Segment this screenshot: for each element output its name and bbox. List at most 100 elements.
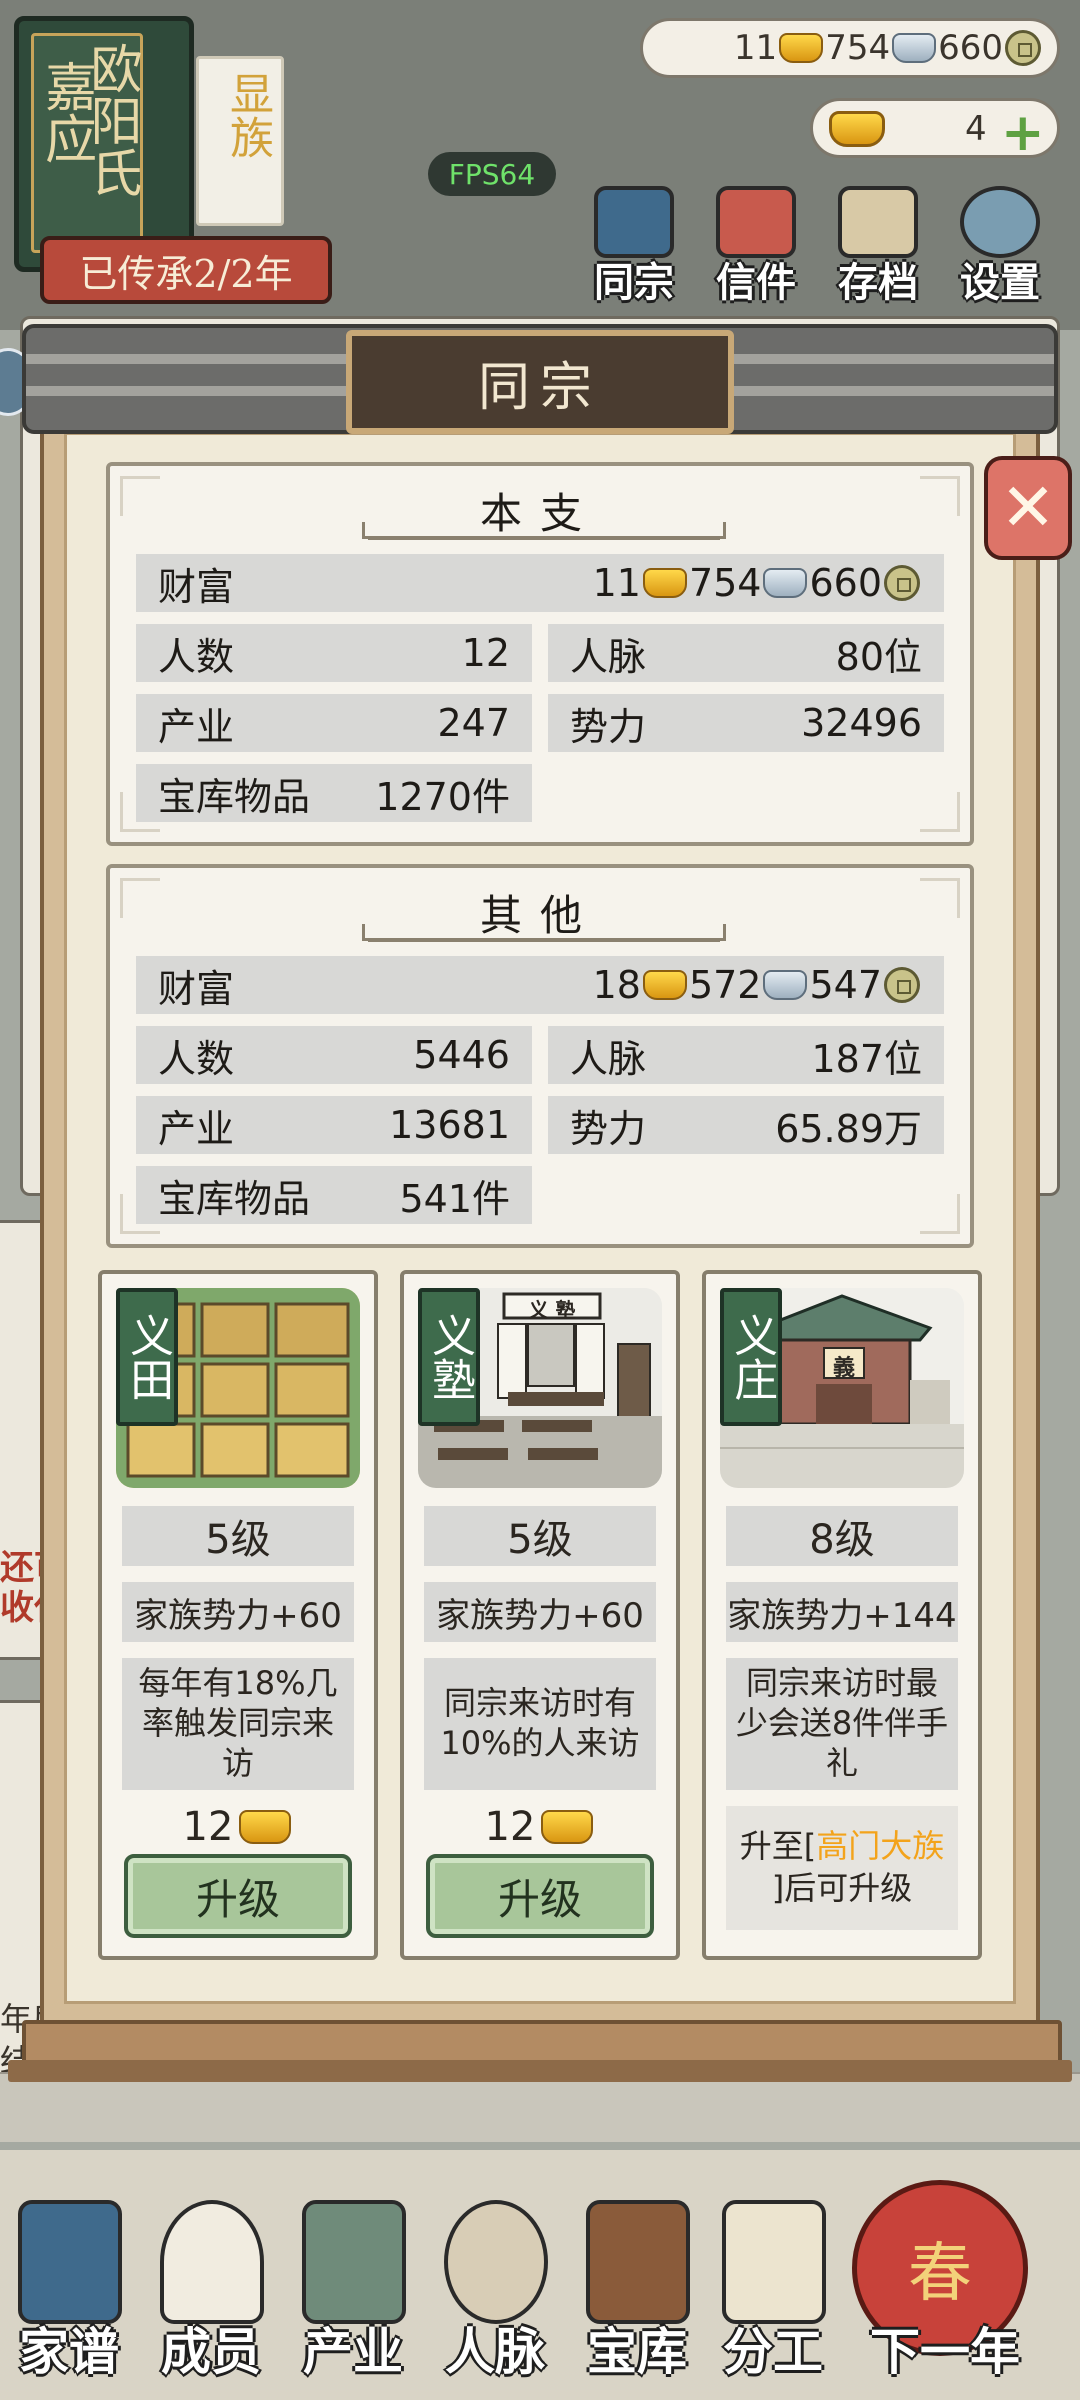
upgrade-button[interactable]: 升级	[124, 1854, 352, 1938]
silver-value: 572	[688, 963, 762, 1007]
add-currency-icon[interactable]: +	[1001, 107, 1045, 159]
stat-label: 宝库物品	[158, 1176, 311, 1221]
requirement-prefix: 升至[	[739, 1827, 817, 1866]
copper-amount: 660	[938, 28, 1003, 68]
clan-rank-tag: 显族	[196, 56, 284, 226]
building-bonus: 家族势力+144	[726, 1582, 958, 1642]
upgrade-cost: 12	[404, 1802, 676, 1852]
wealth-row: 财富 18 572 547	[136, 956, 944, 1014]
industry-row: 产业 13681	[136, 1096, 532, 1154]
gold-ingot-icon	[642, 970, 687, 1000]
requirement-suffix: ]后可升级	[771, 1869, 913, 1907]
gold-amount: 11	[733, 28, 778, 68]
genealogy-book-icon	[18, 2200, 122, 2324]
gold-yuanbao-icon	[239, 1810, 292, 1844]
top-menu-clan[interactable]: 同宗	[580, 186, 688, 306]
wealth-values: 18 572 547	[593, 963, 922, 1007]
save-scroll-icon	[838, 186, 918, 258]
building-tag: 义庄	[720, 1288, 782, 1426]
top-menu-label: 信件	[716, 259, 796, 306]
title-divider	[362, 522, 726, 540]
upgrade-requirement: 升至[高门大族]后可升级	[726, 1806, 958, 1930]
treasure-chest-icon	[586, 2200, 690, 2324]
building-level: 8级	[726, 1506, 958, 1566]
upgrade-button[interactable]: 升级	[426, 1854, 654, 1938]
close-button[interactable]: ✕	[984, 456, 1072, 560]
nav-genealogy[interactable]: 家谱	[4, 2190, 134, 2400]
stat-value: 65.89万	[775, 1106, 922, 1151]
scroll-icon	[722, 2200, 826, 2324]
requirement-text: 升至[高门大族]后可升级	[740, 1826, 945, 1909]
top-menu-settings[interactable]: 设置	[946, 186, 1054, 306]
currency-bar[interactable]: 11 754 660	[640, 18, 1060, 78]
panel-title: 本支	[479, 489, 600, 538]
building-card-yizhuang: 義 义庄 8级 家族势力+144 同宗来访时最少会送8件伴手礼 升至[高门大族]…	[702, 1270, 982, 1960]
copper-coin-icon	[1005, 30, 1041, 66]
people-row: 人数 12	[136, 624, 532, 682]
silver-amount: 754	[825, 28, 891, 68]
stat-label: 宝库物品	[158, 774, 311, 819]
clan-book-spine: 欧阳氏 嘉应	[31, 33, 143, 253]
stat-label: 人脉	[570, 634, 647, 679]
nav-network[interactable]: 人脉	[430, 2190, 560, 2400]
clan-given-name: 嘉应	[35, 60, 96, 164]
manor-plaque: 義	[832, 1356, 855, 1381]
background-strip	[0, 2072, 1080, 2142]
network-row: 人脉 187位	[548, 1026, 944, 1084]
power-row: 势力 32496	[548, 694, 944, 752]
copper-coin-icon	[884, 565, 920, 601]
building-description: 同宗来访时最少会送8件伴手礼	[726, 1658, 958, 1790]
upgrade-cost: 12	[102, 1802, 374, 1852]
wealth-row: 财富 11 754 660	[136, 554, 944, 612]
treasury-row: 宝库物品 1270件	[136, 764, 532, 822]
main-branch-panel: 本支 财富 11 754 660 人数 12 人脉 80位 产业 247 势力 …	[106, 462, 974, 846]
copper-coin-icon	[884, 967, 920, 1003]
building-name: 义庄	[726, 1313, 778, 1401]
top-menu-letters[interactable]: 信件	[702, 186, 810, 306]
wealth-values: 11 754 660	[593, 561, 922, 605]
silver-value: 754	[688, 561, 762, 605]
people-row: 人数 5446	[136, 1026, 532, 1084]
premium-currency-bar[interactable]: 4 +	[810, 98, 1060, 159]
panel-corner	[920, 792, 960, 832]
next-year-label[interactable]: 下一年	[840, 2312, 1050, 2384]
required-rank: 高门大族	[816, 1827, 945, 1866]
stat-value: 187位	[811, 1036, 922, 1081]
building-name: 义田	[122, 1313, 174, 1401]
stat-label: 财富	[158, 966, 235, 1011]
silver-ingot-icon	[763, 568, 808, 598]
gear-icon	[960, 186, 1040, 258]
top-menu-save[interactable]: 存档	[824, 186, 932, 306]
stat-label: 人数	[158, 1036, 235, 1081]
stat-label: 财富	[158, 564, 235, 609]
nav-label: 分工	[723, 2322, 823, 2381]
stat-label: 产业	[158, 1106, 235, 1151]
close-x-icon: ✕	[1000, 469, 1056, 546]
nav-industry[interactable]: 产业	[288, 2190, 418, 2400]
clan-genealogy-book[interactable]: 欧阳氏 嘉应	[14, 16, 194, 272]
silver-ingot-icon	[892, 33, 937, 63]
nav-label: 宝库	[587, 2322, 687, 2381]
gold-value: 18	[592, 963, 641, 1007]
stat-label: 产业	[158, 704, 235, 749]
building-level: 5级	[122, 1506, 354, 1566]
panel-corner	[920, 1194, 960, 1234]
top-menu-label: 同宗	[594, 259, 674, 306]
nav-label: 产业	[303, 2322, 403, 2381]
dialog-title-plaque: 同宗	[346, 330, 734, 434]
nav-label: 人脉	[445, 2322, 545, 2381]
nav-assignment[interactable]: 分工	[708, 2190, 838, 2400]
school-sign: 义 塾	[528, 1298, 576, 1322]
building-bonus: 家族势力+60	[424, 1582, 656, 1642]
spring-badge: 春	[908, 2237, 972, 2311]
network-icon	[444, 2200, 548, 2324]
nav-treasury[interactable]: 宝库	[572, 2190, 702, 2400]
clan-rank-label: 显族	[222, 71, 273, 159]
top-menu-label: 存档	[838, 259, 918, 306]
inherit-ribbon: 已传承2/2年	[40, 236, 332, 304]
member-portrait-icon	[160, 2200, 264, 2324]
nav-members[interactable]: 成员	[146, 2190, 276, 2400]
fps-counter: FPS64	[428, 152, 556, 196]
stat-value: 32496	[801, 701, 922, 745]
dialog-title: 同宗	[477, 357, 602, 418]
